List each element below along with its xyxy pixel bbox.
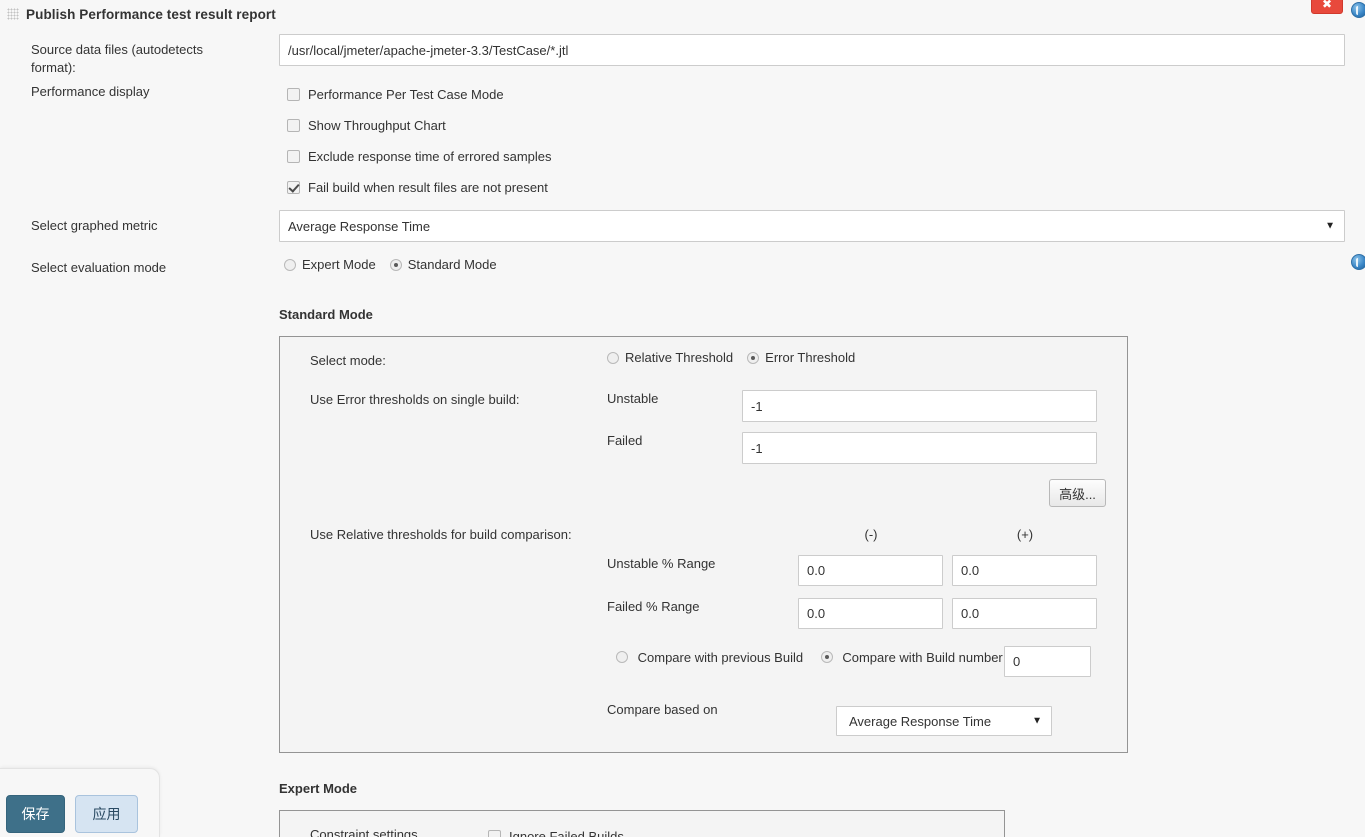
- failed-range-label: Failed % Range: [607, 599, 700, 614]
- performance-display-label: Performance display: [31, 84, 150, 99]
- unstable-range-label: Unstable % Range: [607, 556, 716, 571]
- checkbox-fail-build-missing-results-label[interactable]: Fail build when result files are not pre…: [308, 180, 548, 195]
- radio-compare-build-number[interactable]: [820, 651, 833, 663]
- failed-range-minus-input[interactable]: [798, 598, 943, 629]
- compare-build-radios: Compare with previous Build Compare with…: [616, 648, 1036, 667]
- compare-based-on-select[interactable]: Average Response Time ▼: [836, 706, 1052, 736]
- unstable-range-plus-input[interactable]: [952, 555, 1097, 586]
- checkbox-exclude-errored-samples-box[interactable]: [287, 149, 300, 163]
- source-data-label: Source data files (autodetects format):: [31, 42, 203, 75]
- checkbox-show-throughput-chart[interactable]: Show Throughput Chart: [287, 116, 446, 134]
- performance-display-row: Performance display: [0, 83, 248, 101]
- checkbox-show-throughput-chart-label[interactable]: Show Throughput Chart: [308, 118, 446, 133]
- graphed-metric-label: Select graphed metric: [31, 218, 158, 233]
- column-marker-minus: (-): [864, 527, 878, 542]
- constraint-settings-label: Constraint settings: [310, 827, 418, 837]
- evaluation-mode-radios: Expert Mode Standard Mode: [284, 257, 511, 272]
- evaluation-mode-label: Select evaluation mode: [31, 260, 167, 275]
- error-thresholds-label: Use Error thresholds on single build:: [310, 392, 520, 407]
- unstable-threshold-input[interactable]: [742, 390, 1097, 422]
- radio-compare-previous-build[interactable]: [616, 651, 628, 663]
- standard-mode-heading: Standard Mode: [279, 307, 373, 322]
- checkbox-performance-per-test-case-box[interactable]: [287, 87, 300, 101]
- apply-button[interactable]: 应用: [75, 795, 138, 833]
- radio-relative-threshold-label[interactable]: Relative Threshold: [625, 350, 733, 365]
- source-data-row: Source data files (autodetects format):: [0, 41, 248, 77]
- checkbox-show-throughput-chart-box[interactable]: [287, 118, 300, 132]
- select-mode-radios: Relative Threshold Error Threshold: [607, 350, 869, 365]
- radio-relative-threshold[interactable]: [607, 351, 619, 364]
- checkbox-performance-per-test-case[interactable]: Performance Per Test Case Mode: [287, 85, 504, 103]
- checkbox-exclude-errored-samples-label[interactable]: Exclude response time of errored samples: [308, 149, 552, 164]
- failed-threshold-input[interactable]: [742, 432, 1097, 464]
- radio-compare-build-number-label[interactable]: Compare with Build number: [842, 650, 1002, 665]
- checkbox-fail-build-missing-results-box[interactable]: [287, 180, 300, 194]
- graphed-metric-value: Average Response Time: [288, 218, 431, 234]
- publish-performance-report-form: Publish Performance test result report ✖…: [0, 0, 1365, 837]
- failed-range-plus-input[interactable]: [952, 598, 1097, 629]
- compare-build-number-input[interactable]: [1004, 646, 1091, 677]
- graphed-metric-row: Select graphed metric: [0, 217, 248, 235]
- compare-based-on-label: Compare based on: [607, 702, 718, 717]
- source-data-input[interactable]: [279, 34, 1345, 66]
- checkbox-ignore-failed-builds-box[interactable]: [488, 829, 501, 837]
- compare-based-on-value: Average Response Time: [849, 713, 992, 729]
- checkbox-ignore-failed-builds[interactable]: Ignore Failed Builds: [488, 827, 624, 837]
- close-button[interactable]: ✖: [1311, 0, 1343, 14]
- checkbox-fail-build-missing-results[interactable]: Fail build when result files are not pre…: [287, 178, 548, 196]
- checkbox-performance-per-test-case-label[interactable]: Performance Per Test Case Mode: [308, 87, 504, 102]
- save-button[interactable]: 保存: [6, 795, 65, 833]
- chevron-down-icon-compare: ▼: [1032, 715, 1042, 727]
- chevron-down-icon: ▼: [1325, 220, 1335, 232]
- save-bar: 保存 应用: [0, 768, 160, 837]
- expert-mode-heading: Expert Mode: [279, 781, 358, 796]
- radio-standard-mode[interactable]: [389, 258, 402, 271]
- radio-expert-mode[interactable]: [284, 258, 296, 271]
- evaluation-mode-row: Select evaluation mode: [0, 259, 248, 277]
- radio-error-threshold-label[interactable]: Error Threshold: [765, 350, 855, 365]
- failed-threshold-label: Failed: [607, 433, 643, 448]
- help-icon-evaluation-mode[interactable]: [1351, 254, 1365, 270]
- radio-error-threshold[interactable]: [747, 351, 760, 364]
- drag-handle-icon[interactable]: [7, 8, 19, 20]
- checkbox-ignore-failed-builds-label[interactable]: Ignore Failed Builds: [509, 829, 624, 837]
- advanced-button[interactable]: 高级...: [1049, 479, 1106, 507]
- radio-expert-mode-label[interactable]: Expert Mode: [302, 257, 376, 272]
- column-marker-plus: (+): [1016, 527, 1034, 542]
- radio-standard-mode-label[interactable]: Standard Mode: [408, 257, 497, 272]
- unstable-threshold-label: Unstable: [607, 391, 659, 406]
- select-mode-label: Select mode:: [310, 353, 386, 368]
- page-title: Publish Performance test result report: [26, 6, 276, 22]
- help-icon-source-data[interactable]: [1351, 2, 1365, 18]
- section-header: Publish Performance test result report: [0, 0, 1365, 28]
- radio-compare-previous-build-label[interactable]: Compare with previous Build: [638, 650, 803, 665]
- graphed-metric-select[interactable]: Average Response Time ▼: [279, 210, 1345, 242]
- unstable-range-minus-input[interactable]: [798, 555, 943, 586]
- checkbox-exclude-errored-samples[interactable]: Exclude response time of errored samples: [287, 147, 552, 165]
- relative-thresholds-label: Use Relative thresholds for build compar…: [310, 527, 572, 542]
